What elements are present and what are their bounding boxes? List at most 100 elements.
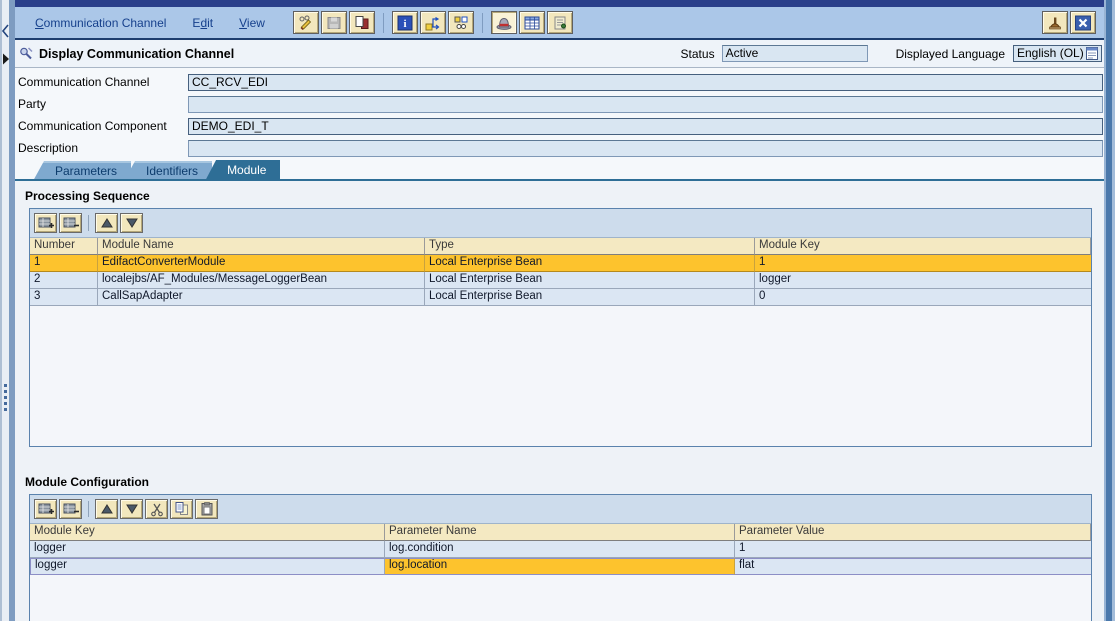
displayed-language-value: English (OL) [1017,46,1084,61]
toolbar-group-display [491,11,575,34]
paste-icon [198,501,216,517]
toolbar-separator [482,13,483,33]
paste-rows-button[interactable] [195,499,218,519]
insert-row-button[interactable] [34,213,57,233]
insert-row-button[interactable] [34,499,57,519]
insert-row-icon [37,215,55,231]
window-top-strip [9,0,1104,7]
table-cell[interactable]: 3 [30,289,98,306]
field-label: Communication Channel [18,75,188,89]
move-up-button[interactable] [95,499,118,519]
menu-toolbar-bar: Communication Channel Edit View [15,7,1104,40]
field-communication-component[interactable]: DEMO_EDI_T [188,118,1103,135]
column-header[interactable]: Number [30,238,98,255]
svg-text:i: i [403,18,406,30]
processing-sequence-grid: NumberModule NameTypeModule Key1EdifactC… [30,238,1091,306]
left-panel-splitter[interactable] [0,0,15,621]
seal-button[interactable] [1042,11,1068,34]
hat-button[interactable] [491,11,517,34]
table-cell[interactable]: logger [30,558,385,575]
table-cell[interactable]: logger [755,272,1091,289]
collapse-panel-icon[interactable] [1,24,10,38]
table-cell[interactable]: EdifactConverterModule [98,255,425,272]
copy-rows-button[interactable] [170,499,193,519]
table-row[interactable]: 1EdifactConverterModuleLocal Enterprise … [30,255,1091,272]
field-party[interactable] [188,96,1103,113]
table-cell[interactable]: log.condition [385,541,735,558]
tab-identifiers[interactable]: Identifiers [124,161,212,181]
copy-pages-icon [353,15,371,31]
info-button[interactable]: i [392,11,418,34]
tab-parameters[interactable]: Parameters [33,161,131,181]
dropdown-list-icon[interactable] [1086,47,1098,60]
table-grid-icon [523,15,541,31]
delete-row-button[interactable] [59,213,82,233]
display-object-icon [18,46,34,62]
column-header[interactable]: Module Key [755,238,1091,255]
module-configuration-table: Module KeyParameter NameParameter Valuel… [29,494,1092,621]
column-header[interactable]: Parameter Name [385,524,735,541]
references-button[interactable] [448,11,474,34]
audit-log-button[interactable] [547,11,573,34]
page-title: Display Communication Channel [39,47,234,61]
copy-object-button[interactable] [349,11,375,34]
table-cell[interactable]: flat [735,558,1091,575]
toolbar-group-edit [293,11,377,34]
cut-button[interactable] [145,499,168,519]
channel-form: Communication ChannelCC_RCV_EDIPartyComm… [15,68,1104,157]
close-icon [1074,15,1092,31]
hat-icon [495,15,513,31]
arrow-down-icon [124,502,140,516]
scissors-icon [149,502,165,517]
delete-row-button[interactable] [59,499,82,519]
table-row[interactable]: 2localejbs/AF_Modules/MessageLoggerBeanL… [30,272,1091,289]
close-window-button[interactable] [1070,11,1096,34]
table-cell[interactable]: logger [30,541,385,558]
table-cell[interactable]: 2 [30,272,98,289]
delete-row-icon [62,501,80,517]
where-used-button[interactable] [420,11,446,34]
module-tab-content: Processing Sequence [15,181,1104,621]
table-view-button[interactable] [519,11,545,34]
table-cell[interactable]: Local Enterprise Bean [425,255,755,272]
tab-module[interactable]: Module [205,160,280,181]
splitter-grip-handle[interactable] [4,384,7,413]
table-cell[interactable]: Local Enterprise Bean [425,272,755,289]
table-cell[interactable]: CallSapAdapter [98,289,425,306]
menu-edit[interactable]: Edit [192,16,213,30]
delete-row-icon [62,215,80,231]
table-cell[interactable]: Local Enterprise Bean [425,289,755,306]
column-header[interactable]: Module Key [30,524,385,541]
table-cell[interactable]: 1 [735,541,1091,558]
table-cell[interactable]: 1 [30,255,98,272]
table-cell[interactable]: log.location [385,558,735,575]
table-cell[interactable]: localejbs/AF_Modules/MessageLoggerBean [98,272,425,289]
table-header-row: Module KeyParameter NameParameter Value [30,524,1091,541]
table-row[interactable]: 3CallSapAdapterLocal Enterprise Bean0 [30,289,1091,306]
field-communication-channel[interactable]: CC_RCV_EDI [188,74,1103,91]
column-header[interactable]: Parameter Value [735,524,1091,541]
status-field[interactable]: Active [722,45,868,62]
table-row[interactable]: loggerlog.condition1 [30,541,1091,558]
column-header[interactable]: Module Name [98,238,425,255]
move-up-button[interactable] [95,213,118,233]
insert-row-icon [37,501,55,517]
save-button[interactable] [321,11,347,34]
table-cell[interactable]: 1 [755,255,1091,272]
menu-view[interactable]: View [239,16,265,30]
expand-panel-icon[interactable] [1,52,10,66]
displayed-language-dropdown[interactable]: English (OL) [1013,45,1102,62]
table-cell[interactable]: 0 [755,289,1091,306]
module-configuration-grid: Module KeyParameter NameParameter Valuel… [30,524,1091,575]
display-edit-pencil-button[interactable] [293,11,319,34]
tab-strip: ParametersIdentifiersModule [15,157,1104,181]
arrow-down-icon [124,216,140,230]
table-row[interactable]: loggerlog.locationflat [30,558,1091,575]
menu-communication-channel[interactable]: Communication Channel [35,16,166,30]
column-header[interactable]: Type [425,238,755,255]
move-down-button[interactable] [120,213,143,233]
form-row: Communication ChannelCC_RCV_EDI [18,71,1103,93]
move-down-button[interactable] [120,499,143,519]
field-description[interactable] [188,140,1103,157]
references-icon [452,15,470,31]
